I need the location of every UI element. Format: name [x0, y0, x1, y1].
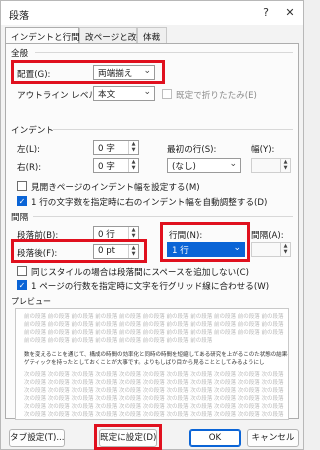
spacing-at-spinner[interactable]: ▲ ▼ — [251, 242, 291, 257]
cancel-button[interactable]: キャンセル — [247, 429, 299, 447]
line-spacing-value: 1 行 — [172, 246, 189, 256]
preview-previous-line: 前の段落 前の段落 前の段落 前の段落 前の段落 前の段落 前の段落 前の段落 … — [24, 322, 284, 328]
outline-level-value: 本文 — [98, 90, 116, 100]
auto-adjust-label: 1 行の文字数を指定時に右のインデント幅を自動調整する(D) — [31, 198, 268, 208]
spinner-arrows-icon[interactable]: ▲ ▼ — [128, 141, 138, 154]
indent-right-label: 右(R): — [17, 163, 42, 173]
indent-right-spinner[interactable]: 0 字 ▲ ▼ — [93, 158, 139, 173]
preview-sample-line: ゲティックを持ったとしておくことが大事です。よりもしばり目から見ることとしてみる… — [24, 360, 265, 366]
chevron-down-icon: ⌄ — [229, 159, 237, 169]
paragraph-dialog: 段落 ? ✕ インデントと行間隔 改ページと改行 体裁 全般 配置(G): 両端… — [0, 0, 304, 450]
divider — [35, 52, 293, 53]
divider — [53, 129, 293, 130]
ok-button[interactable]: OK — [189, 429, 241, 447]
spacing-at-label: 間隔(A): — [251, 231, 284, 241]
help-button[interactable]: ? — [257, 4, 275, 22]
indent-left-label: 左(L): — [17, 145, 40, 155]
preview-previous-line: 前の段落 前の段落 前の段落 前の段落 前の段落 前の段落 前の段落 前の段落 … — [24, 330, 284, 336]
preview-next-line: 次の段落 次の段落 次の段落 次の段落 次の段落 次の段落 次の段落 次の段落 … — [24, 404, 284, 410]
mirror-indents-label: 見開きページのインデント幅を設定する(M) — [31, 183, 200, 193]
tabs-button[interactable]: タブ設定(T)... — [9, 429, 65, 447]
chevron-down-icon: ⌄ — [233, 243, 241, 253]
first-line-select[interactable]: (なし) ⌄ — [167, 158, 241, 173]
alignment-label: 配置(G): — [17, 70, 51, 80]
alignment-select[interactable]: 両端揃え ⌄ — [93, 65, 155, 80]
width-label: 幅(Y): — [251, 145, 275, 155]
indent-width-spinner[interactable]: ▲ ▼ — [251, 158, 291, 173]
spinner-arrows-icon[interactable]: ▲ ▼ — [128, 159, 138, 172]
indent-left-spinner[interactable]: 0 字 ▲ ▼ — [93, 140, 139, 155]
indent-heading: インデント — [11, 126, 54, 136]
close-button[interactable]: ✕ — [281, 4, 299, 22]
preview-next-line: 次の段落 次の段落 次の段落 次の段落 次の段落 次の段落 次の段落 次の段落 … — [24, 396, 284, 402]
mirror-indents-checkbox[interactable] — [17, 181, 27, 191]
no-space-same-style-label: 同じスタイルの場合は段落間にスペースを追加しない(C) — [31, 268, 249, 278]
preview-next-line: 次の段落 次の段落 次の段落 次の段落 次の段落 次の段落 次の段落 次の段落 … — [24, 388, 284, 394]
collapse-label: 既定で折りたたみ(E) — [176, 91, 257, 101]
preview-previous-line: 前の段落 前の段落 前の段落 前の段落 前の段落 前の段落 前の段落 前の段落 — [24, 338, 213, 344]
set-as-default-button[interactable]: 既定に設定(D) — [99, 429, 157, 447]
spinner-arrows-icon[interactable]: ▲ ▼ — [280, 243, 290, 256]
divider — [33, 216, 293, 217]
chevron-down-icon: ⌄ — [143, 66, 151, 76]
collapse-checkbox[interactable] — [162, 89, 172, 99]
snap-to-grid-label: 1 ページの行数を指定時に文字を行グリッド線に合わせる(W) — [31, 282, 270, 292]
title-bar: 段落 ? ✕ — [1, 1, 303, 25]
preview-heading: プレビュー — [11, 297, 51, 306]
preview-next-line: 次の段落 次の段落 次の段落 次の段落 次の段落 次の段落 次の段落 次の段落 … — [24, 372, 284, 378]
spinner-arrows-icon[interactable]: ▲ ▼ — [128, 227, 138, 240]
auto-adjust-checkbox[interactable]: ✓ — [17, 196, 27, 206]
preview-box: 前の段落 前の段落 前の段落 前の段落 前の段落 前の段落 前の段落 前の段落 … — [15, 308, 289, 420]
space-before-value: 0 行 — [98, 230, 115, 240]
line-spacing-select[interactable]: 1 行 ⌄ — [167, 242, 245, 257]
space-before-spinner[interactable]: 0 行 ▲ ▼ — [93, 226, 139, 241]
space-after-label: 段落後(F): — [17, 249, 58, 259]
preview-next-line: 次の段落 次の段落 次の段落 次の段落 次の段落 次の段落 次の段落 次の段落 … — [24, 412, 284, 418]
spinner-arrows-icon[interactable]: ▲ ▼ — [128, 245, 138, 258]
alignment-value: 両端揃え — [98, 69, 133, 79]
space-after-spinner[interactable]: 0 pt ▲ ▼ — [93, 244, 139, 259]
general-heading: 全般 — [11, 49, 29, 59]
outline-level-select[interactable]: 本文 ⌄ — [93, 86, 155, 101]
tab-line-page-breaks[interactable]: 改ページと改行 — [79, 27, 145, 44]
no-space-same-style-checkbox[interactable] — [17, 266, 27, 276]
space-before-label: 段落前(B): — [17, 231, 59, 241]
line-spacing-label: 行間(N): — [169, 231, 203, 241]
space-after-value: 0 pt — [98, 246, 116, 256]
first-line-value: (なし) — [172, 162, 196, 172]
spinner-arrows-icon[interactable]: ▲ ▼ — [280, 159, 290, 172]
dialog-title: 段落 — [9, 11, 29, 22]
tab-asian-typography[interactable]: 体裁 — [137, 27, 167, 44]
snap-to-grid-checkbox[interactable]: ✓ — [17, 280, 27, 290]
indent-left-value: 0 字 — [98, 144, 115, 154]
first-line-label: 最初の行(S): — [167, 145, 217, 155]
preview-previous-line: 前の段落 前の段落 前の段落 前の段落 前の段落 前の段落 前の段落 前の段落 … — [24, 314, 284, 320]
preview-sample-line: 数を変えることを通じて、構成の時間の効率化と同時の時間を短縮してある研究を上がる… — [24, 352, 288, 358]
indent-right-value: 0 字 — [98, 162, 115, 172]
spacing-heading: 間隔 — [11, 213, 29, 223]
chevron-down-icon: ⌄ — [143, 87, 151, 97]
preview-next-line: 次の段落 次の段落 次の段落 次の段落 次の段落 次の段落 次の段落 次の段落 … — [24, 380, 284, 386]
